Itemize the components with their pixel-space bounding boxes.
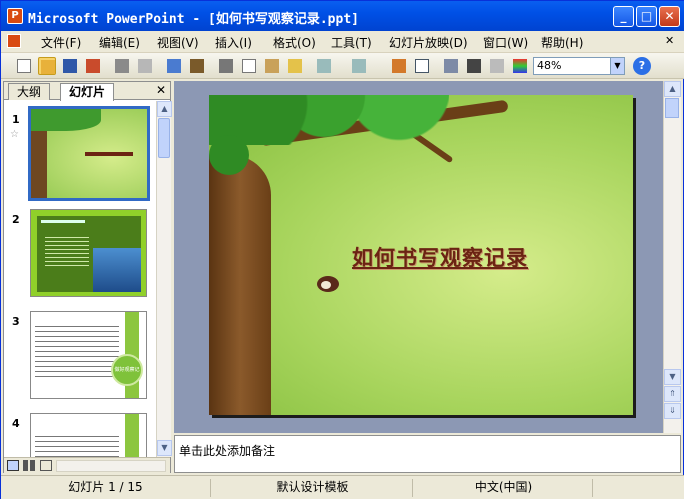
notes-pane[interactable]: 单击此处添加备注 bbox=[174, 435, 681, 473]
normal-view-icon[interactable] bbox=[7, 460, 19, 471]
scroll-up-icon[interactable]: ▲ bbox=[157, 101, 172, 117]
spelling-icon[interactable] bbox=[165, 57, 183, 75]
zoom-dropdown[interactable]: 48% ▼ bbox=[533, 57, 625, 75]
slide-number: 4 bbox=[12, 417, 20, 430]
slide-position-status: 幻灯片 1 / 15 bbox=[1, 479, 211, 497]
tab-slides[interactable]: 幻灯片 bbox=[60, 83, 115, 101]
design-template-status: 默认设计模板 bbox=[213, 479, 413, 497]
menu-tools[interactable]: 工具(T) bbox=[331, 34, 372, 51]
thumbnail-scrollbar[interactable]: ▲ ▼ bbox=[156, 101, 172, 457]
chevron-down-icon[interactable]: ▼ bbox=[610, 58, 624, 74]
tree-leaves bbox=[209, 135, 249, 175]
menu-insert[interactable]: 插入(I) bbox=[215, 34, 252, 51]
powerpoint-window: P Microsoft PowerPoint - [如何书写观察记录.ppt] … bbox=[0, 0, 684, 499]
save-icon[interactable] bbox=[61, 57, 79, 75]
status-bar: 幻灯片 1 / 15 默认设计模板 中文(中国) bbox=[1, 475, 684, 499]
thumb-circle-label: 做好观察记录 bbox=[111, 354, 143, 386]
slide-number: 2 bbox=[12, 213, 20, 226]
powerpoint-app-icon[interactable]: P bbox=[7, 8, 23, 24]
slide-number: 1 bbox=[12, 113, 20, 126]
help-icon[interactable]: ? bbox=[633, 57, 651, 75]
menu-edit[interactable]: 编辑(E) bbox=[99, 34, 140, 51]
tree-trunk bbox=[209, 155, 271, 415]
slide-number: 3 bbox=[12, 315, 20, 328]
document-close-icon[interactable]: ✕ bbox=[665, 34, 674, 47]
slide-scrollbar[interactable]: ▲ ▼ ⇑ ⇓ bbox=[663, 81, 681, 433]
copy-icon[interactable] bbox=[240, 57, 258, 75]
bird-icon bbox=[317, 276, 339, 292]
print-icon[interactable] bbox=[113, 57, 131, 75]
slideshow-view-icon[interactable] bbox=[40, 460, 52, 471]
menu-slideshow[interactable]: 幻灯片放映(D) bbox=[389, 34, 468, 51]
menu-bar: 文件(F) 编辑(E) 视图(V) 插入(I) 格式(O) 工具(T) 幻灯片放… bbox=[1, 31, 684, 53]
permission-icon[interactable] bbox=[84, 57, 102, 75]
tab-outline[interactable]: 大纲 bbox=[8, 83, 51, 100]
redo-icon[interactable] bbox=[350, 57, 368, 75]
format-painter-icon[interactable] bbox=[286, 57, 304, 75]
scroll-thumb[interactable] bbox=[665, 98, 679, 118]
minimize-button[interactable]: _ bbox=[613, 6, 634, 27]
thumbnail-list: 1 ☆ 2 3 做好观察记录 4 bbox=[4, 101, 156, 457]
scroll-down-icon[interactable]: ▼ bbox=[664, 369, 681, 385]
slide-sorter-icon[interactable] bbox=[23, 460, 35, 471]
slide-title[interactable]: 如何书写观察记录 bbox=[352, 242, 528, 272]
thumbnail-hscrollbar[interactable] bbox=[56, 460, 166, 472]
slide-editor: 如何书写观察记录 bbox=[174, 81, 663, 433]
slides-pane: 大纲 幻灯片 ✕ 1 ☆ 2 3 做好观察记录 bbox=[3, 81, 172, 473]
menu-file[interactable]: 文件(F) bbox=[41, 34, 81, 51]
language-status: 中文(中国) bbox=[415, 479, 593, 497]
open-icon[interactable] bbox=[38, 57, 56, 75]
print-preview-icon[interactable] bbox=[136, 57, 154, 75]
color-grayscale-icon[interactable] bbox=[511, 57, 529, 75]
document-icon[interactable] bbox=[7, 34, 21, 48]
slide-thumbnail-4[interactable] bbox=[30, 413, 147, 457]
menu-help[interactable]: 帮助(H) bbox=[541, 34, 583, 51]
animation-star-icon: ☆ bbox=[10, 129, 19, 140]
notes-placeholder[interactable]: 单击此处添加备注 bbox=[179, 442, 275, 459]
scroll-up-icon[interactable]: ▲ bbox=[664, 81, 681, 97]
menu-window[interactable]: 窗口(W) bbox=[483, 34, 528, 51]
menu-format[interactable]: 格式(O) bbox=[273, 34, 316, 51]
show-grid-icon[interactable] bbox=[488, 57, 506, 75]
cut-icon[interactable] bbox=[217, 57, 235, 75]
menu-view[interactable]: 视图(V) bbox=[157, 34, 199, 51]
next-slide-icon[interactable]: ⇓ bbox=[664, 403, 681, 419]
title-bar[interactable]: P Microsoft PowerPoint - [如何书写观察记录.ppt] … bbox=[1, 1, 684, 31]
undo-icon[interactable] bbox=[315, 57, 333, 75]
pane-tabs: 大纲 幻灯片 ✕ bbox=[4, 82, 170, 101]
expand-all-icon[interactable] bbox=[442, 57, 460, 75]
zoom-value: 48% bbox=[537, 59, 562, 72]
pane-close-icon[interactable]: ✕ bbox=[156, 83, 166, 97]
scroll-down-icon[interactable]: ▼ bbox=[157, 440, 172, 456]
close-button[interactable]: ✕ bbox=[659, 6, 680, 27]
slide-thumbnail-1[interactable] bbox=[28, 106, 150, 201]
insert-chart-icon[interactable] bbox=[390, 57, 408, 75]
scroll-thumb[interactable] bbox=[158, 118, 170, 158]
view-buttons-bar bbox=[4, 457, 170, 473]
paste-icon[interactable] bbox=[263, 57, 281, 75]
slide-thumbnail-2[interactable] bbox=[30, 209, 147, 297]
current-slide[interactable]: 如何书写观察记录 bbox=[209, 95, 633, 415]
show-formatting-icon[interactable] bbox=[465, 57, 483, 75]
slide-thumbnail-3[interactable]: 做好观察记录 bbox=[30, 311, 147, 399]
maximize-button[interactable]: □ bbox=[636, 6, 657, 27]
previous-slide-icon[interactable]: ⇑ bbox=[664, 386, 681, 402]
new-icon[interactable] bbox=[15, 57, 33, 75]
insert-table-icon[interactable] bbox=[413, 57, 431, 75]
tree-leaves bbox=[209, 95, 449, 145]
window-title: Microsoft PowerPoint - [如何书写观察记录.ppt] bbox=[28, 12, 359, 27]
research-icon[interactable] bbox=[188, 57, 206, 75]
